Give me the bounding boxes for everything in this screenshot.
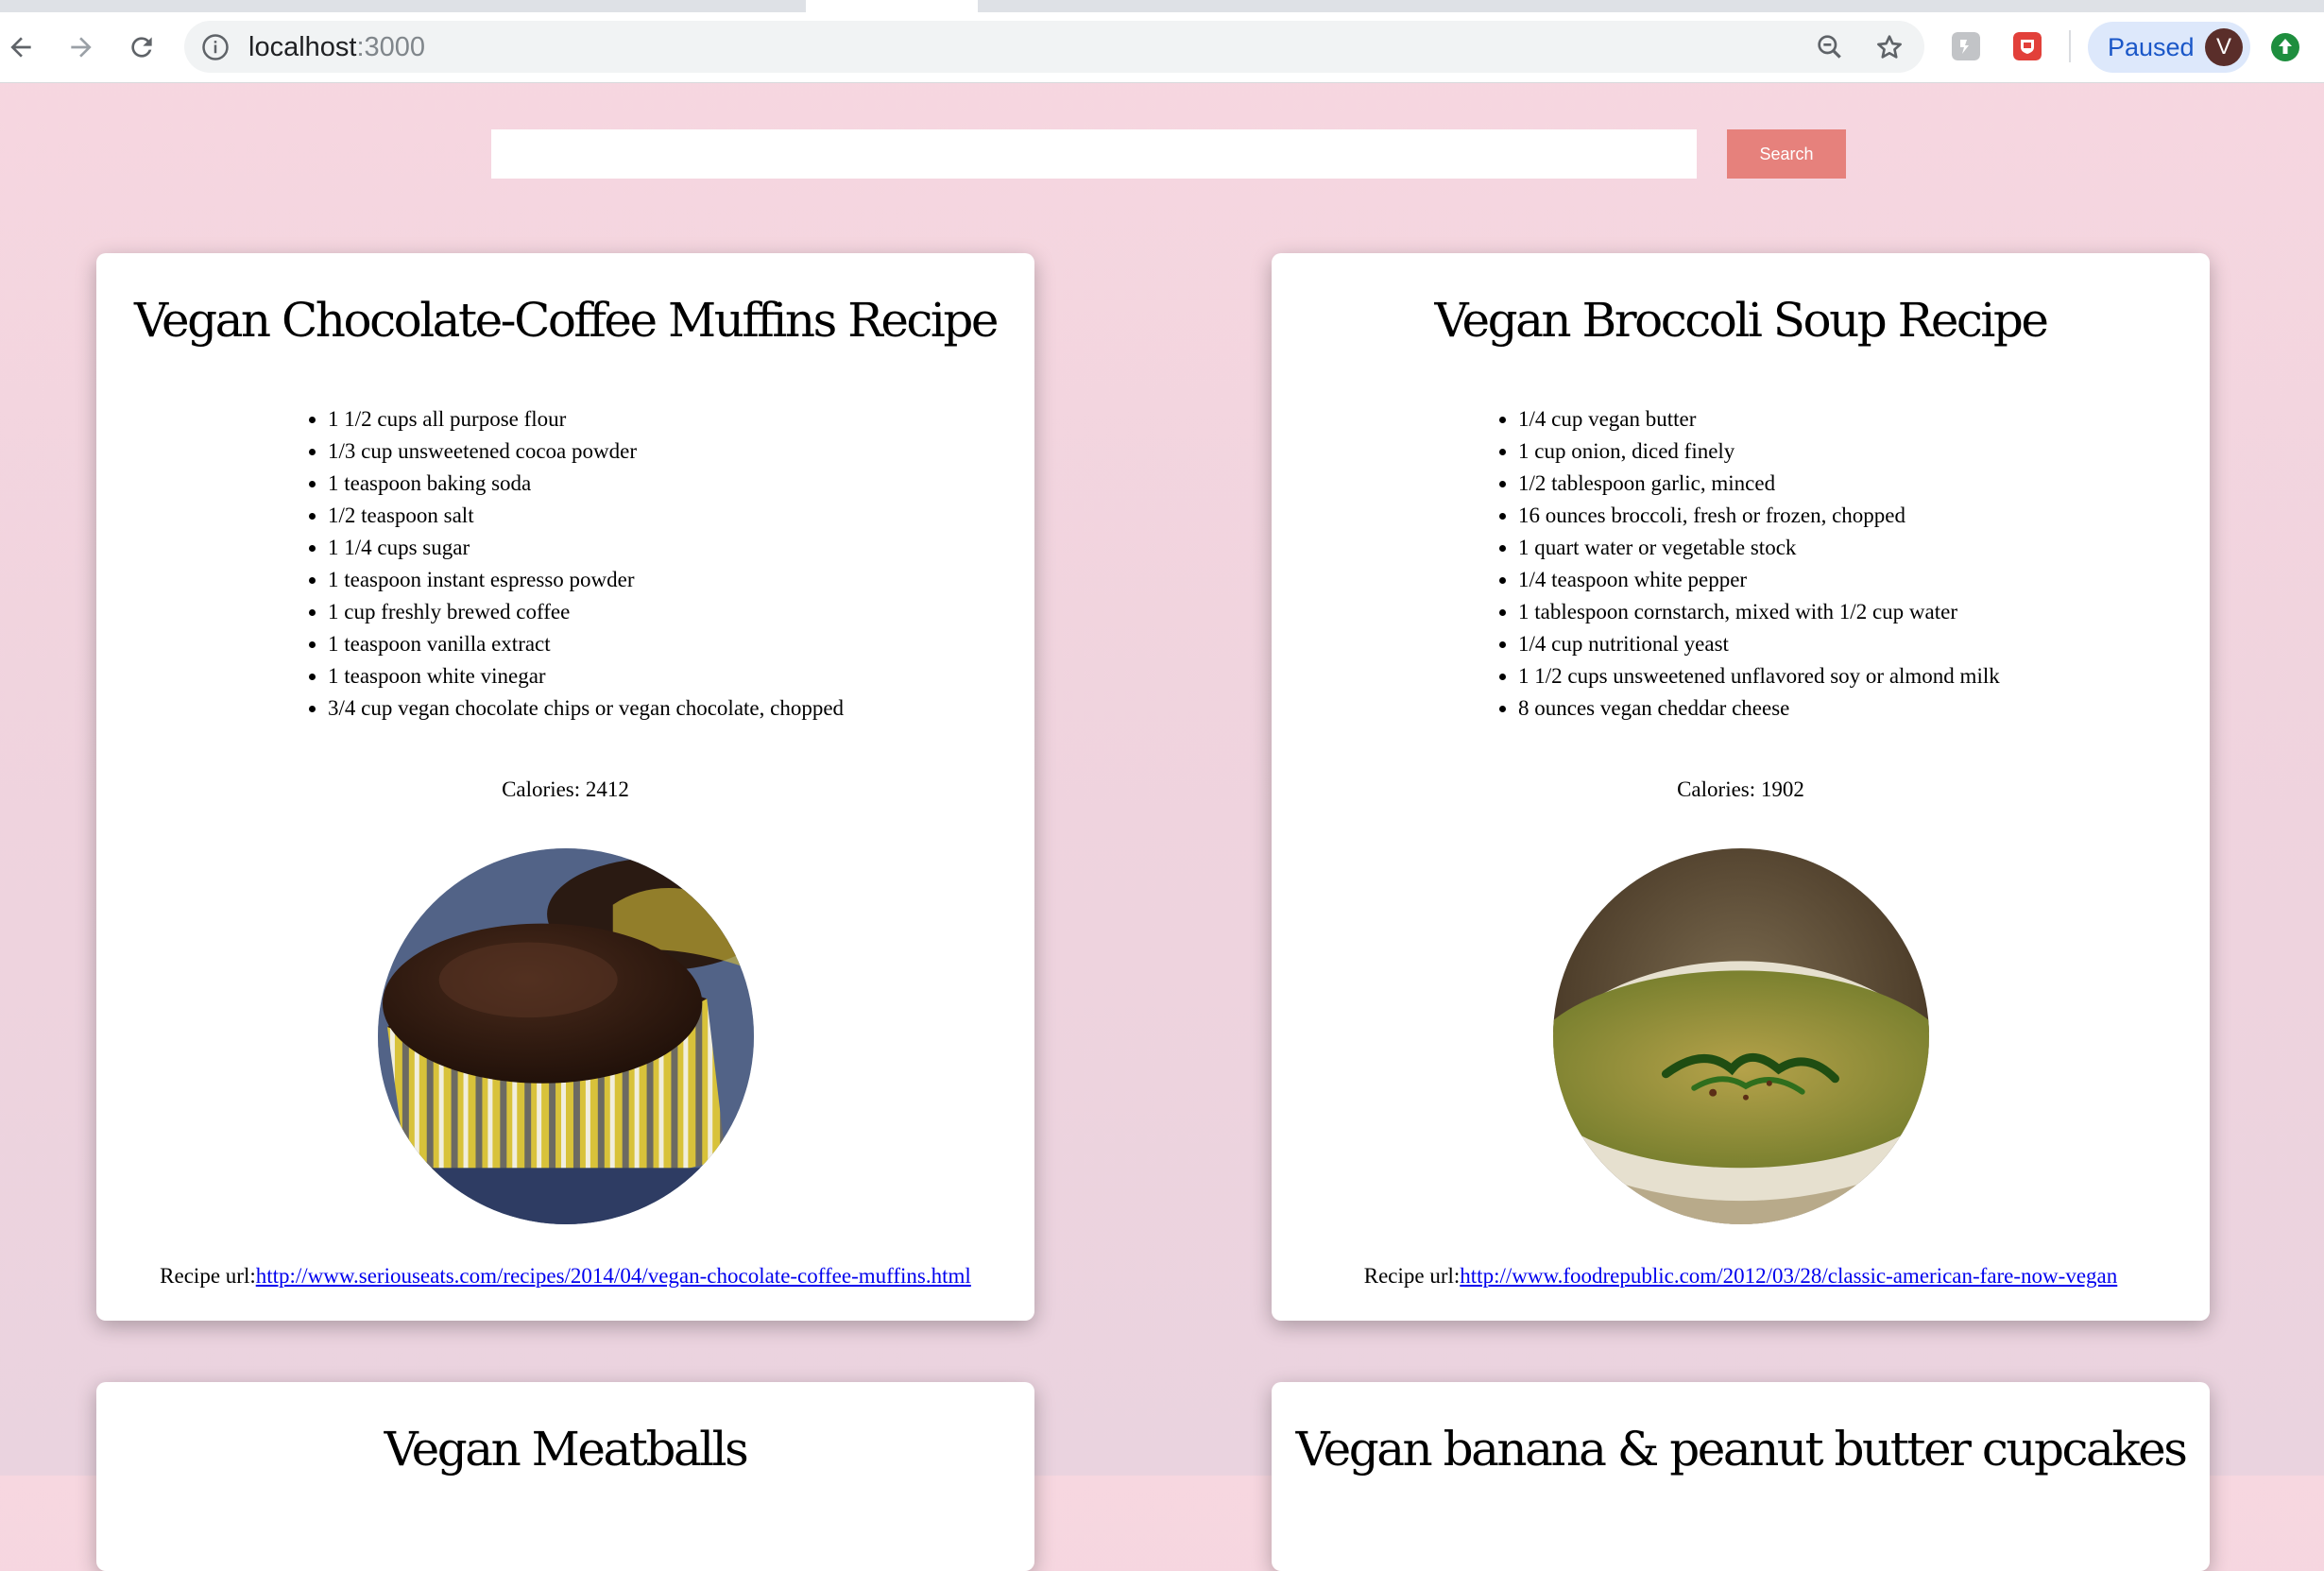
calories-text: Calories: 2412: [502, 777, 629, 801]
recipe-title: Vegan Chocolate-Coffee Muffins Recipe: [134, 293, 1000, 348]
recipe-url-line: Recipe url:http://www.foodrepublic.com/2…: [1272, 1264, 2210, 1289]
chocolate-muffin-photo: [378, 848, 754, 1224]
url-text[interactable]: localhost:3000: [248, 32, 425, 63]
recipe-title: Vegan Meatballs: [384, 1422, 749, 1477]
zoom-out-icon[interactable]: [1815, 32, 1845, 62]
ingredient-item: 16 ounces broccoli, fresh or frozen, cho…: [1518, 500, 2000, 532]
shield-extension-icon[interactable]: [2013, 32, 2042, 60]
search-input[interactable]: [491, 129, 1697, 179]
recipe-title: Vegan banana & peanut butter cupcakes: [1295, 1422, 2188, 1477]
ingredient-item: 1 1/2 cups unsweetened unflavored soy or…: [1518, 660, 2000, 692]
url-host: localhost: [248, 32, 357, 62]
recipe-card: Vegan Meatballs: [96, 1382, 1034, 1571]
ingredient-list: 1/4 cup vegan butter 1 cup onion, diced …: [1486, 403, 2000, 725]
recipe-url-label: Recipe url:: [1363, 1264, 1461, 1288]
ingredient-item: 1/2 tablespoon garlic, minced: [1518, 468, 2000, 500]
recipe-card: Vegan Broccoli Soup Recipe 1/4 cup vegan…: [1272, 253, 2210, 1321]
back-arrow-icon: [10, 37, 31, 58]
calories-text: Calories: 1902: [1677, 777, 1804, 801]
ingredient-item: 1 cup onion, diced finely: [1518, 435, 2000, 468]
reload-icon: [131, 37, 152, 58]
recipe-url-label: Recipe url:: [160, 1264, 256, 1288]
recipe-card: Vegan banana & peanut butter cupcakes: [1272, 1382, 2210, 1571]
ingredient-item: 1/3 cup unsweetened cocoa powder: [328, 435, 844, 468]
recipe-image: [378, 848, 754, 1224]
toolbar-separator: [2069, 30, 2071, 62]
url-port: :3000: [356, 32, 426, 62]
ingredient-item: 1/4 cup nutritional yeast: [1518, 628, 2000, 660]
ingredient-item: 1 teaspoon white vinegar: [328, 660, 844, 692]
update-arrow-icon[interactable]: [2270, 32, 2300, 62]
recipe-url-link[interactable]: http://www.foodrepublic.com/2012/03/28/c…: [1460, 1264, 2117, 1288]
recipe-card: Vegan Chocolate-Coffee Muffins Recipe 1 …: [96, 253, 1034, 1321]
ingredient-item: 1 1/4 cups sugar: [328, 532, 844, 564]
info-icon[interactable]: [201, 33, 230, 61]
browser-toolbar: localhost:3000 Paused V: [0, 0, 2324, 83]
recipe-title: Vegan Broccoli Soup Recipe: [1434, 293, 2049, 348]
ingredient-item: 8 ounces vegan cheddar cheese: [1518, 692, 2000, 725]
profile-button[interactable]: Paused V: [2088, 22, 2250, 73]
ingredient-item: 1 1/2 cups all purpose flour: [328, 403, 844, 435]
avatar: V: [2205, 28, 2243, 66]
ingredient-item: 1/4 cup vegan butter: [1518, 403, 2000, 435]
broccoli-soup-photo: [1553, 848, 1929, 1224]
address-bar[interactable]: localhost:3000: [184, 21, 1924, 73]
active-tab[interactable]: [806, 0, 978, 12]
ingredient-item: 1 tablespoon cornstarch, mixed with 1/2 …: [1518, 596, 2000, 628]
ingredient-item: 1 teaspoon vanilla extract: [328, 628, 844, 660]
profile-status: Paused: [2108, 33, 2195, 61]
forward-button[interactable]: [60, 26, 102, 68]
recipe-image: [1553, 848, 1929, 1224]
recipe-url-link[interactable]: http://www.seriouseats.com/recipes/2014/…: [256, 1264, 971, 1288]
extension-icon[interactable]: [1952, 32, 1980, 60]
back-button[interactable]: [0, 26, 42, 68]
ingredient-item: 1 teaspoon instant espresso powder: [328, 564, 844, 596]
recipe-url-line: Recipe url:http://www.seriouseats.com/re…: [96, 1264, 1034, 1289]
reload-button[interactable]: [121, 26, 162, 68]
ingredient-item: 3/4 cup vegan chocolate chips or vegan c…: [328, 692, 844, 725]
tab-strip: [0, 0, 2324, 12]
ingredient-item: 1/2 teaspoon salt: [328, 500, 844, 532]
ingredient-item: 1 teaspoon baking soda: [328, 468, 844, 500]
ingredient-item: 1/4 teaspoon white pepper: [1518, 564, 2000, 596]
forward-arrow-icon: [71, 37, 92, 58]
ingredient-list: 1 1/2 cups all purpose flour 1/3 cup uns…: [296, 403, 844, 725]
ingredient-item: 1 quart water or vegetable stock: [1518, 532, 2000, 564]
star-icon[interactable]: [1874, 32, 1905, 62]
ingredient-item: 1 cup freshly brewed coffee: [328, 596, 844, 628]
search-button[interactable]: Search: [1727, 129, 1846, 179]
